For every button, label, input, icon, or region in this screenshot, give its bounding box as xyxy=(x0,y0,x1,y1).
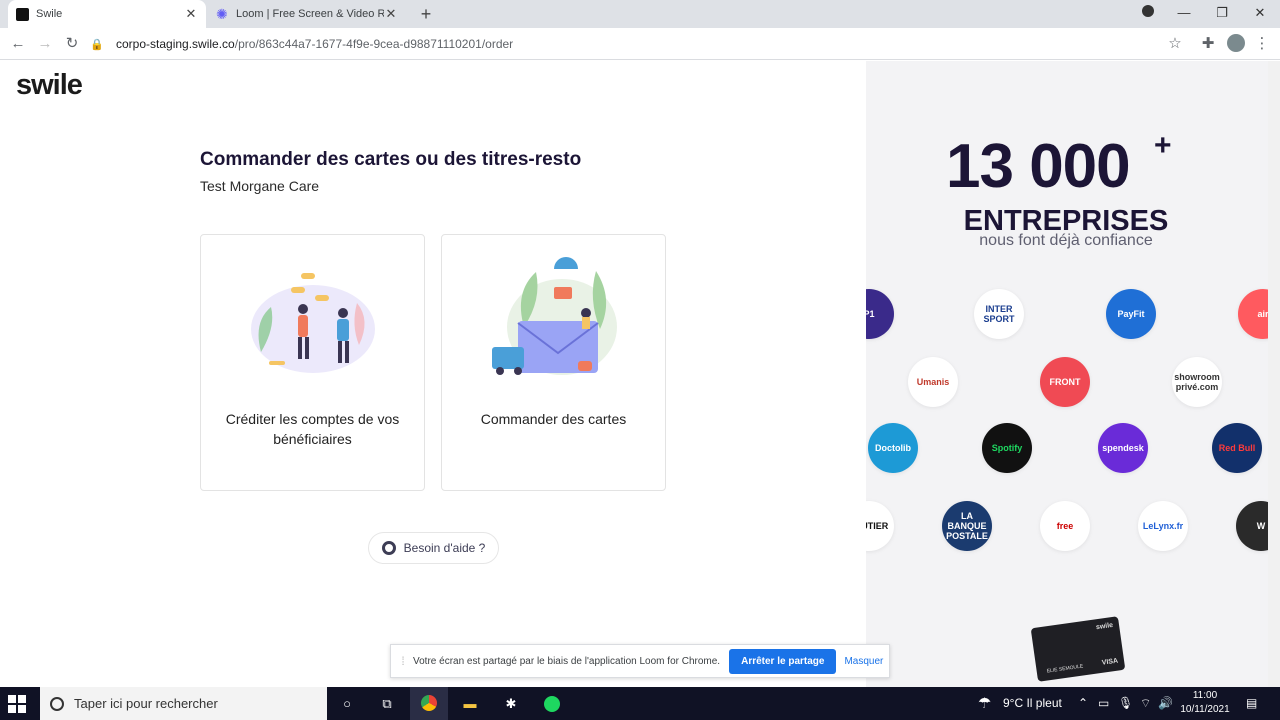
client-logo-bubble: Red Bull xyxy=(1212,423,1262,473)
page-title: Commander des cartes ou des titres-resto xyxy=(200,149,582,170)
swile-favicon-icon xyxy=(16,7,29,21)
swile-card-image: swile ELIE SEMOULE VISA xyxy=(1030,616,1126,682)
search-icon xyxy=(50,696,64,711)
envelope-illustration-icon xyxy=(492,257,617,375)
drag-handle-icon[interactable]: ⁞ xyxy=(395,654,411,668)
file-explorer-icon[interactable]: ▬ xyxy=(459,693,481,715)
tab-bar: Swile ✕ ✺ Loom | Free Screen & Video Rec… xyxy=(0,0,1280,28)
microphone-icon[interactable]: 🎙 xyxy=(1118,696,1133,710)
help-label: Besoin d'aide ? xyxy=(403,541,486,555)
client-logo-bubble: FRONT xyxy=(1040,357,1090,407)
address-bar[interactable]: 🔒 corpo-staging.swile.co/pro/863c44a7-16… xyxy=(90,31,1190,57)
search-placeholder: Taper ici pour rechercher xyxy=(74,696,218,711)
scrollbar[interactable] xyxy=(1268,61,1280,687)
close-tab-icon[interactable]: ✕ xyxy=(384,6,398,22)
client-logo-bubble: showroom privé.com xyxy=(1172,357,1222,407)
windows-start-icon[interactable] xyxy=(8,695,26,713)
back-icon[interactable]: ← xyxy=(8,34,28,54)
tab-swile[interactable]: Swile ✕ xyxy=(8,0,206,28)
card-holder: ELIE SEMOULE xyxy=(1046,663,1084,675)
tab-search-icon[interactable] xyxy=(1138,5,1158,20)
visa-logo: VISA xyxy=(1101,657,1119,667)
slack-icon[interactable]: ✱ xyxy=(500,693,522,715)
loom-favicon-icon: ✺ xyxy=(216,5,228,22)
battery-icon[interactable]: ▭ xyxy=(1098,696,1109,710)
browser-toolbar: ← → ↻ 🔒 corpo-staging.swile.co/pro/863c4… xyxy=(0,28,1280,60)
cortana-icon[interactable]: ○ xyxy=(336,693,358,715)
company-name: Test Morgane Care xyxy=(200,178,320,194)
order-cards-card[interactable]: Commander des cartes xyxy=(441,234,666,491)
tab-title: Loom | Free Screen & Video Rec xyxy=(236,8,384,20)
reload-icon[interactable]: ↻ xyxy=(62,34,82,54)
lock-icon: 🔒 xyxy=(90,38,104,51)
hide-button[interactable]: Masquer xyxy=(844,656,883,667)
url-domain: corpo-staging.swile.co xyxy=(116,37,235,51)
stop-sharing-button[interactable]: Arrêter le partage xyxy=(729,648,837,674)
count-plus: + xyxy=(1154,129,1172,162)
order-cards-label: Commander des cartes xyxy=(480,411,627,427)
credit-accounts-card[interactable]: Créditer les comptes de vos bénéficiaire… xyxy=(200,234,425,491)
lifebuoy-icon xyxy=(381,541,396,555)
notifications-icon[interactable]: ▤ xyxy=(1246,696,1257,710)
client-logo-bubble: Spotify xyxy=(982,423,1032,473)
new-tab-button[interactable]: + xyxy=(416,4,436,25)
card-brand: swile xyxy=(1095,621,1114,632)
extensions-icon[interactable]: ✚ xyxy=(1198,34,1218,54)
client-logo-bubble: LA BANQUE POSTALE xyxy=(942,501,992,551)
tagline: nous font déjà confiance xyxy=(979,232,1153,249)
help-button[interactable]: Besoin d'aide ? xyxy=(368,532,499,564)
weather-icon: ☂ xyxy=(978,695,992,712)
people-illustration-icon xyxy=(251,273,375,373)
share-message: Votre écran est partagé par le biais de … xyxy=(413,655,721,667)
client-logo-bubble: free xyxy=(1040,501,1090,551)
page-content: swile Commander des cartes ou des titres… xyxy=(0,61,1280,687)
credit-accounts-label: Créditer les comptes de vos bénéficiaire… xyxy=(225,411,400,447)
tab-title: Swile xyxy=(36,8,63,20)
close-tab-icon[interactable]: ✕ xyxy=(184,6,198,22)
swile-logo[interactable]: swile xyxy=(16,69,83,102)
client-logo-bubble: Umanis xyxy=(908,357,958,407)
company-count: 13 000 xyxy=(946,132,1131,201)
chrome-taskbar-icon[interactable] xyxy=(410,687,448,720)
minimize-button[interactable]: — xyxy=(1174,5,1194,20)
clock[interactable]: 11:00 10/11/2021 xyxy=(1180,689,1230,717)
trust-panel: 13 000 + ENTREPRISES nous font déjà conf… xyxy=(866,61,1280,687)
profile-avatar[interactable] xyxy=(1226,34,1246,54)
client-logo-bubble: INTER SPORT xyxy=(974,289,1024,339)
screen-share-bar: ⁞ Votre écran est partagé par le biais d… xyxy=(390,644,890,678)
task-view-icon[interactable]: ⧉ xyxy=(376,693,398,715)
client-logo-bubble: P1 xyxy=(866,289,894,339)
bookmark-star-icon[interactable]: ☆ xyxy=(1165,34,1185,54)
volume-icon[interactable]: 🔊 xyxy=(1158,696,1173,710)
order-section: swile Commander des cartes ou des titres… xyxy=(0,61,866,687)
clock-time: 11:00 xyxy=(1192,690,1218,701)
spotify-icon[interactable] xyxy=(541,693,563,715)
taskbar-search[interactable]: Taper ici pour rechercher xyxy=(40,687,327,720)
maximize-button[interactable]: ❐ xyxy=(1212,5,1232,21)
wifi-icon[interactable]: ⌔ xyxy=(1140,696,1151,711)
menu-kebab-icon[interactable]: ⋮ xyxy=(1252,34,1272,54)
url-path: /pro/863c44a7-1677-4f9e-9cea-d9887111020… xyxy=(234,37,514,51)
forward-icon[interactable]: → xyxy=(35,34,55,54)
windows-taskbar: Taper ici pour rechercher ○ ⧉ ▬ ✱ ☂ 9°C … xyxy=(0,687,1280,720)
client-logo-bubble: LeLynx.fr xyxy=(1138,501,1188,551)
clock-date: 10/11/2021 xyxy=(1180,704,1230,715)
client-logo-bubble: FEUTIER xyxy=(866,501,894,551)
weather-text[interactable]: 9°C Il pleut xyxy=(1003,696,1062,710)
client-logo-bubble: PayFit xyxy=(1106,289,1156,339)
client-logo-bubble: spendesk xyxy=(1098,423,1148,473)
client-logo-bubble: Doctolib xyxy=(868,423,918,473)
tab-loom[interactable]: ✺ Loom | Free Screen & Video Rec ✕ xyxy=(208,0,406,28)
tray-chevron-icon[interactable]: ⌃ xyxy=(1078,696,1088,710)
close-window-button[interactable]: ✕ xyxy=(1250,5,1270,21)
